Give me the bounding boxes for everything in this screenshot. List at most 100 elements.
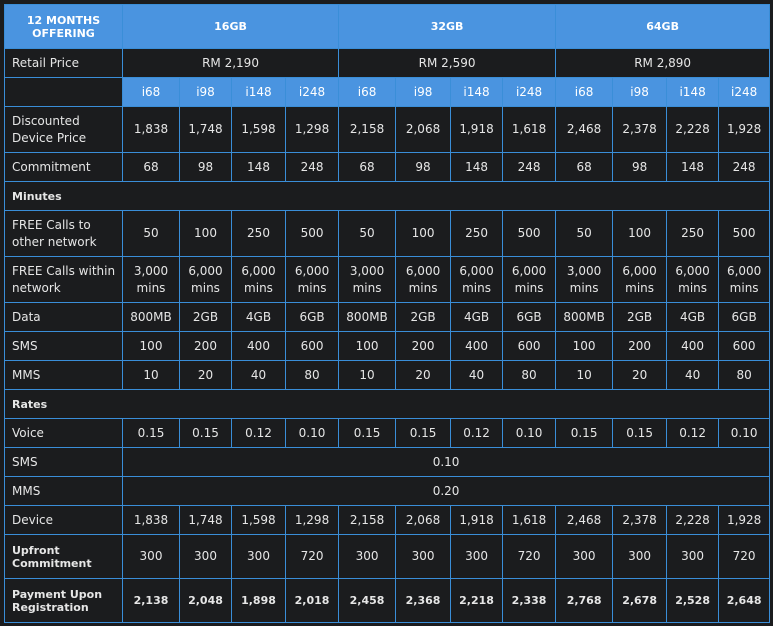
device-price-cell: 1,598 bbox=[231, 505, 286, 535]
free-calls-within-network-cell: 3,000 mins bbox=[555, 256, 614, 303]
free-calls-within-network-cell: 6,000 mins bbox=[284, 256, 340, 303]
retail-price-32gb: RM 2,590 bbox=[338, 48, 557, 78]
free-calls-within-network-cell: 6,000 mins bbox=[450, 256, 504, 303]
payment-upon-registration-cell: 2,458 bbox=[338, 578, 397, 623]
discounted-device-price-label: Discounted Device Price bbox=[4, 106, 123, 153]
plan-header: i148 bbox=[450, 77, 504, 107]
commitment-cell: 248 bbox=[718, 152, 771, 182]
discounted-device-price-cell: 1,298 bbox=[284, 106, 340, 153]
voice-rate-cell: 0.15 bbox=[555, 418, 614, 448]
commitment-cell: 98 bbox=[612, 152, 668, 182]
data-allowance-cell: 2GB bbox=[395, 302, 452, 332]
sms-allowance-cell: 200 bbox=[179, 331, 232, 361]
plan-header: i68 bbox=[122, 77, 180, 107]
device-price-cell: 1,918 bbox=[450, 505, 504, 535]
data-allowance-cell: 6GB bbox=[718, 302, 771, 332]
upfront-commitment-cell: 300 bbox=[666, 534, 720, 579]
payment-upon-registration-label: Payment Upon Registration bbox=[4, 578, 123, 623]
voice-rate-cell: 0.15 bbox=[395, 418, 452, 448]
upfront-commitment-cell: 720 bbox=[284, 534, 340, 579]
discounted-device-price-cell: 1,928 bbox=[718, 106, 771, 153]
data-allowance-cell: 4GB bbox=[666, 302, 720, 332]
sms-allowance-cell: 100 bbox=[338, 331, 397, 361]
voice-rate-cell: 0.12 bbox=[666, 418, 720, 448]
discounted-device-price-cell: 2,158 bbox=[338, 106, 397, 153]
free-calls-other-network-cell: 100 bbox=[612, 210, 668, 257]
commitment-cell: 98 bbox=[179, 152, 232, 182]
free-calls-other-network-cell: 250 bbox=[450, 210, 504, 257]
sms-allowance-cell: 400 bbox=[450, 331, 504, 361]
upfront-commitment-cell: 300 bbox=[231, 534, 286, 579]
plan-header: i248 bbox=[284, 77, 340, 107]
upfront-commitment-cell: 720 bbox=[718, 534, 771, 579]
voice-rate-cell: 0.10 bbox=[502, 418, 557, 448]
discounted-device-price-cell: 2,068 bbox=[395, 106, 452, 153]
commitment-cell: 68 bbox=[122, 152, 180, 182]
storage-64gb-header: 64GB bbox=[555, 4, 771, 49]
voice-rate-cell: 0.10 bbox=[718, 418, 771, 448]
device-price-cell: 1,928 bbox=[718, 505, 771, 535]
mms-allowance-cell: 20 bbox=[179, 360, 232, 390]
data-allowance-cell: 4GB bbox=[231, 302, 286, 332]
plan-header: i98 bbox=[179, 77, 232, 107]
sms-rate-label: SMS bbox=[4, 447, 123, 477]
plan-row-blank bbox=[4, 77, 123, 107]
mms-allowance-cell: 80 bbox=[284, 360, 340, 390]
free-calls-other-network-cell: 100 bbox=[395, 210, 452, 257]
storage-32gb-header: 32GB bbox=[338, 4, 557, 49]
rates-section-heading: Rates bbox=[3, 389, 771, 419]
free-calls-other-network-cell: 100 bbox=[179, 210, 232, 257]
sms-allowance-cell: 400 bbox=[666, 331, 720, 361]
payment-upon-registration-cell: 1,898 bbox=[231, 578, 286, 623]
data-allowance-cell: 800MB bbox=[555, 302, 614, 332]
device-price-cell: 1,618 bbox=[502, 505, 557, 535]
free-calls-within-network-cell: 6,000 mins bbox=[612, 256, 668, 303]
upfront-commitment-cell: 300 bbox=[338, 534, 397, 579]
voice-rate-cell: 0.10 bbox=[284, 418, 340, 448]
plan-header: i248 bbox=[718, 77, 771, 107]
data-allowance-cell: 2GB bbox=[612, 302, 668, 332]
free-calls-within-network-cell: 3,000 mins bbox=[338, 256, 397, 303]
free-calls-within-network-cell: 6,000 mins bbox=[718, 256, 771, 303]
storage-16gb-header: 16GB bbox=[121, 4, 340, 49]
commitment-cell: 98 bbox=[395, 152, 452, 182]
mms-allowance-cell: 40 bbox=[231, 360, 286, 390]
plan-header: i148 bbox=[231, 77, 286, 107]
discounted-device-price-cell: 1,918 bbox=[450, 106, 504, 153]
plan-header: i148 bbox=[666, 77, 720, 107]
voice-rate-cell: 0.15 bbox=[122, 418, 180, 448]
mms-allowance-cell: 10 bbox=[555, 360, 614, 390]
device-price-label: Device bbox=[4, 505, 123, 535]
plan-header: i68 bbox=[555, 77, 614, 107]
payment-upon-registration-cell: 2,338 bbox=[502, 578, 557, 623]
voice-rate-cell: 0.12 bbox=[450, 418, 504, 448]
free-calls-other-network-cell: 500 bbox=[502, 210, 557, 257]
payment-upon-registration-cell: 2,648 bbox=[718, 578, 771, 623]
upfront-commitment-cell: 300 bbox=[555, 534, 614, 579]
upfront-commitment-cell: 300 bbox=[450, 534, 504, 579]
free-calls-other-network-cell: 50 bbox=[338, 210, 397, 257]
payment-upon-registration-cell: 2,218 bbox=[450, 578, 504, 623]
free-calls-within-network-cell: 6,000 mins bbox=[395, 256, 452, 303]
free-calls-other-network-cell: 500 bbox=[718, 210, 771, 257]
payment-upon-registration-cell: 2,368 bbox=[395, 578, 452, 623]
sms-allowance-cell: 600 bbox=[284, 331, 340, 361]
plan-header: i98 bbox=[612, 77, 668, 107]
free-calls-within-network-cell: 6,000 mins bbox=[231, 256, 286, 303]
upfront-commitment-cell: 300 bbox=[122, 534, 180, 579]
free-calls-within-network-cell: 3,000 mins bbox=[122, 256, 180, 303]
commitment-label: Commitment bbox=[4, 152, 123, 182]
retail-price-label: Retail Price bbox=[4, 48, 123, 78]
mms-allowance-cell: 20 bbox=[612, 360, 668, 390]
discounted-device-price-cell: 1,618 bbox=[502, 106, 557, 153]
payment-upon-registration-cell: 2,048 bbox=[179, 578, 232, 623]
commitment-cell: 68 bbox=[338, 152, 397, 182]
data-allowance-cell: 6GB bbox=[284, 302, 340, 332]
offering-table: 12 MONTHS OFFERING 16GB 32GB 64GB Retail… bbox=[3, 4, 771, 623]
discounted-device-price-cell: 1,748 bbox=[179, 106, 232, 153]
voice-rate-cell: 0.15 bbox=[612, 418, 668, 448]
sms-allowance-cell: 200 bbox=[395, 331, 452, 361]
data-allowance-cell: 800MB bbox=[122, 302, 180, 332]
mms-allowance-cell: 40 bbox=[450, 360, 504, 390]
upfront-commitment-cell: 300 bbox=[179, 534, 232, 579]
